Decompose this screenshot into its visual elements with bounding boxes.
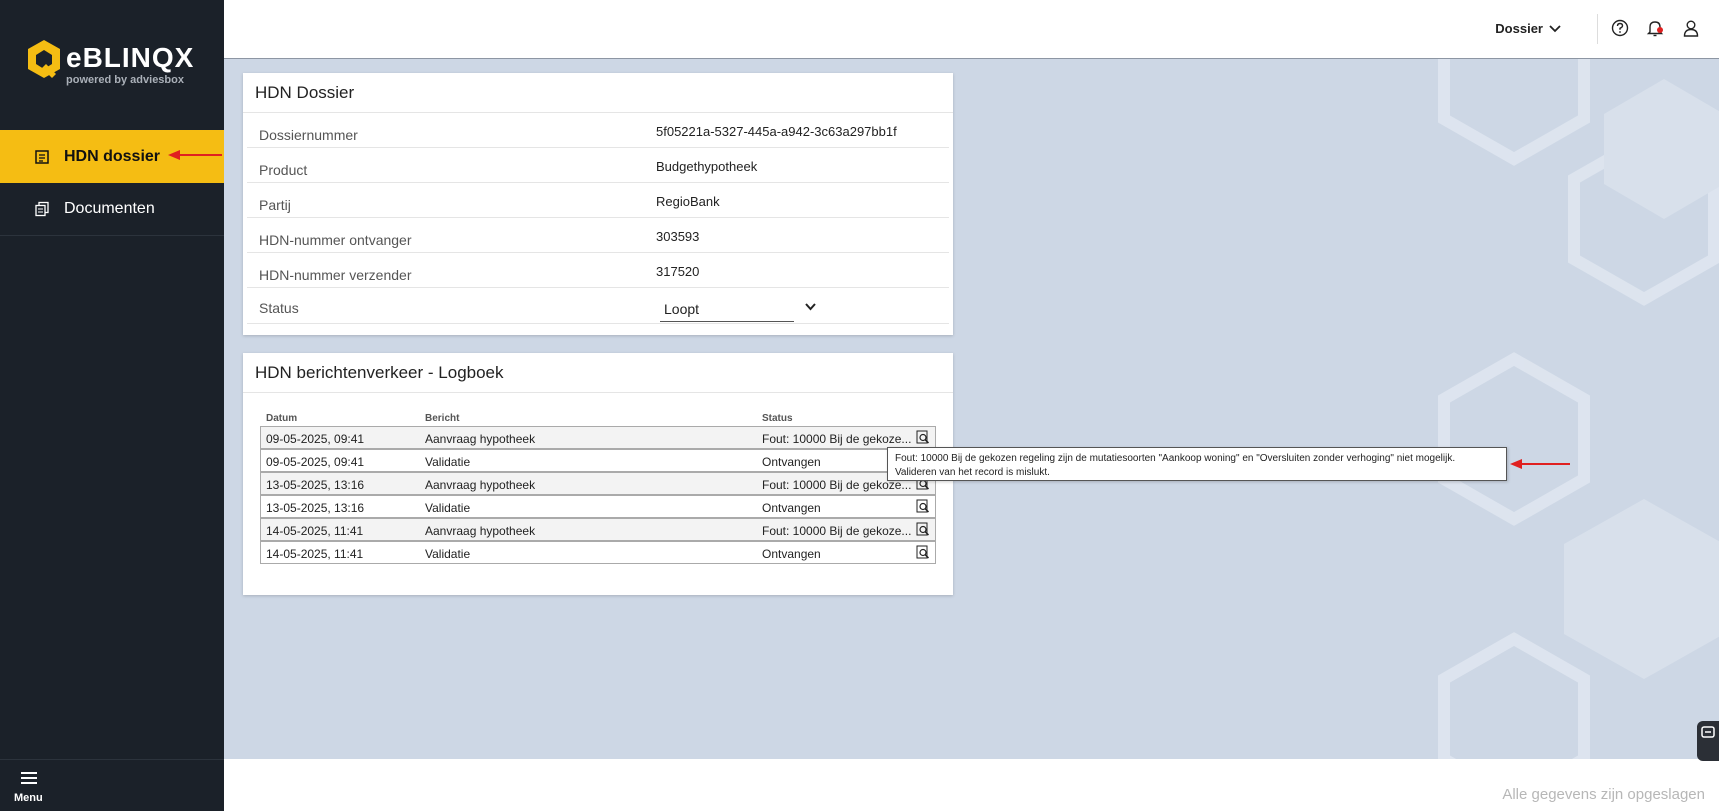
status-footer: Alle gegevens zijn opgeslagen xyxy=(224,759,1719,811)
cell-bericht: Validatie xyxy=(425,501,471,515)
field-value: RegioBank xyxy=(656,194,720,209)
field-value: 317520 xyxy=(656,264,700,279)
cell-bericht: Aanvraag hypotheek xyxy=(425,432,536,446)
cell-bericht: Validatie xyxy=(425,455,471,469)
cell-bericht: Aanvraag hypotheek xyxy=(425,478,536,492)
field-label: Partij xyxy=(259,197,291,213)
cell-datum: 09-05-2025, 09:41 xyxy=(266,432,365,446)
column-header-status[interactable]: Status xyxy=(762,413,793,424)
cell-status: Fout: 10000 Bij de gekoze... xyxy=(762,524,912,538)
hdn-log-card: HDN berichtenverkeer - Logboek Datum Ber… xyxy=(243,353,953,595)
column-header-datum[interactable]: Datum xyxy=(266,413,297,424)
card-title: HDN Dossier xyxy=(243,73,953,113)
cell-datum: 14-05-2025, 11:41 xyxy=(266,547,364,561)
dossier-dropdown-label: Dossier xyxy=(1495,21,1543,36)
user-icon[interactable] xyxy=(1681,18,1701,38)
hdn-dossier-card: HDN Dossier Dossiernummer 5f05221a-5327-… xyxy=(243,73,953,335)
field-label: HDN-nummer verzender xyxy=(259,267,412,283)
document-list-icon xyxy=(34,149,50,165)
field-value: Budgethypotheek xyxy=(656,159,758,174)
field-value: 5f05221a-5327-445a-a942-3c63a297bb1f xyxy=(656,124,897,139)
cell-status: Fout: 10000 Bij de gekoze... xyxy=(762,432,912,446)
cell-status: Ontvangen xyxy=(762,501,821,515)
side-widget-tab[interactable] xyxy=(1697,721,1719,761)
table-row[interactable]: 09-05-2025, 09:41 Aanvraag hypotheek Fou… xyxy=(260,426,936,449)
field-row-hdn-ontvanger: HDN-nummer ontvanger 303593 xyxy=(247,218,949,253)
field-label: Status xyxy=(259,300,299,316)
table-row[interactable]: 14-05-2025, 11:41 Validatie Ontvangen xyxy=(260,541,936,564)
brand-name-text: BLINQX xyxy=(82,42,195,73)
column-header-bericht[interactable]: Bericht xyxy=(425,413,459,424)
hexagon-logo-icon xyxy=(28,40,60,78)
cell-datum: 13-05-2025, 13:16 xyxy=(266,478,365,492)
brand-tagline: powered by adviesbox xyxy=(66,74,184,86)
chat-icon xyxy=(1701,726,1715,738)
hamburger-icon xyxy=(21,772,37,787)
field-row-hdn-verzender: HDN-nummer verzender 317520 xyxy=(247,253,949,288)
field-row-status: Status Loopt xyxy=(247,288,949,324)
table-row[interactable]: 09-05-2025, 09:41 Validatie Ontvangen xyxy=(260,449,936,472)
chevron-down-icon[interactable] xyxy=(805,300,816,314)
status-select[interactable]: Loopt xyxy=(660,296,794,322)
sidebar: eBLINQX powered by adviesbox HDN dossier… xyxy=(0,0,224,811)
field-row-dossiernummer: Dossiernummer 5f05221a-5327-445a-a942-3c… xyxy=(247,113,949,148)
brand-e: e xyxy=(66,42,83,73)
sidebar-item-documenten[interactable]: Documenten xyxy=(0,183,224,236)
cell-datum: 14-05-2025, 11:41 xyxy=(266,524,364,538)
view-message-icon[interactable] xyxy=(916,522,930,537)
cell-datum: 09-05-2025, 09:41 xyxy=(266,455,365,469)
view-message-icon[interactable] xyxy=(916,499,930,514)
view-message-icon[interactable] xyxy=(916,430,930,445)
field-label: Dossiernummer xyxy=(259,127,358,143)
menu-button[interactable]: Menu xyxy=(0,759,224,811)
cell-bericht: Aanvraag hypotheek xyxy=(425,524,536,538)
table-row[interactable]: 13-05-2025, 13:16 Validatie Ontvangen xyxy=(260,495,936,518)
brand-name: eBLINQX xyxy=(66,42,194,74)
sidebar-item-label: HDN dossier xyxy=(64,147,161,165)
saved-status-text: Alle gegevens zijn opgeslagen xyxy=(1502,786,1705,803)
notification-bell-icon[interactable] xyxy=(1645,18,1665,38)
chevron-down-icon xyxy=(1549,22,1561,36)
field-label: Product xyxy=(259,162,308,178)
cell-bericht: Validatie xyxy=(425,547,471,561)
dossier-dropdown[interactable]: Dossier xyxy=(1495,21,1561,36)
tooltip-line-1: Fout: 10000 Bij de gekozen regeling zijn… xyxy=(895,453,1456,464)
cell-datum: 13-05-2025, 13:16 xyxy=(266,501,365,515)
field-row-partij: Partij RegioBank xyxy=(247,183,949,218)
toolbar-divider xyxy=(1597,14,1598,44)
annotation-arrow-icon xyxy=(168,150,222,160)
error-tooltip: Fout: 10000 Bij de gekozen regeling zijn… xyxy=(887,447,1507,481)
tooltip-line-2: Valideren van het record is mislukt. xyxy=(895,467,1050,478)
cell-status: Ontvangen xyxy=(762,547,821,561)
brand-logo[interactable]: eBLINQX powered by adviesbox xyxy=(26,40,196,90)
top-bar: Dossier xyxy=(224,0,1719,59)
menu-label: Menu xyxy=(14,792,43,804)
field-row-product: Product Budgethypotheek xyxy=(247,148,949,183)
annotation-arrow-icon xyxy=(1510,459,1570,469)
sidebar-item-label: Documenten xyxy=(64,200,155,217)
table-row[interactable]: 13-05-2025, 13:16 Aanvraag hypotheek Fou… xyxy=(260,472,936,495)
card-title: HDN berichtenverkeer - Logboek xyxy=(243,353,953,393)
documents-copy-icon xyxy=(34,201,50,217)
field-label: HDN-nummer ontvanger xyxy=(259,232,412,248)
field-value: 303593 xyxy=(656,229,700,244)
view-message-icon[interactable] xyxy=(916,545,930,560)
table-row[interactable]: 14-05-2025, 11:41 Aanvraag hypotheek Fou… xyxy=(260,518,936,541)
help-icon[interactable] xyxy=(1610,18,1630,38)
